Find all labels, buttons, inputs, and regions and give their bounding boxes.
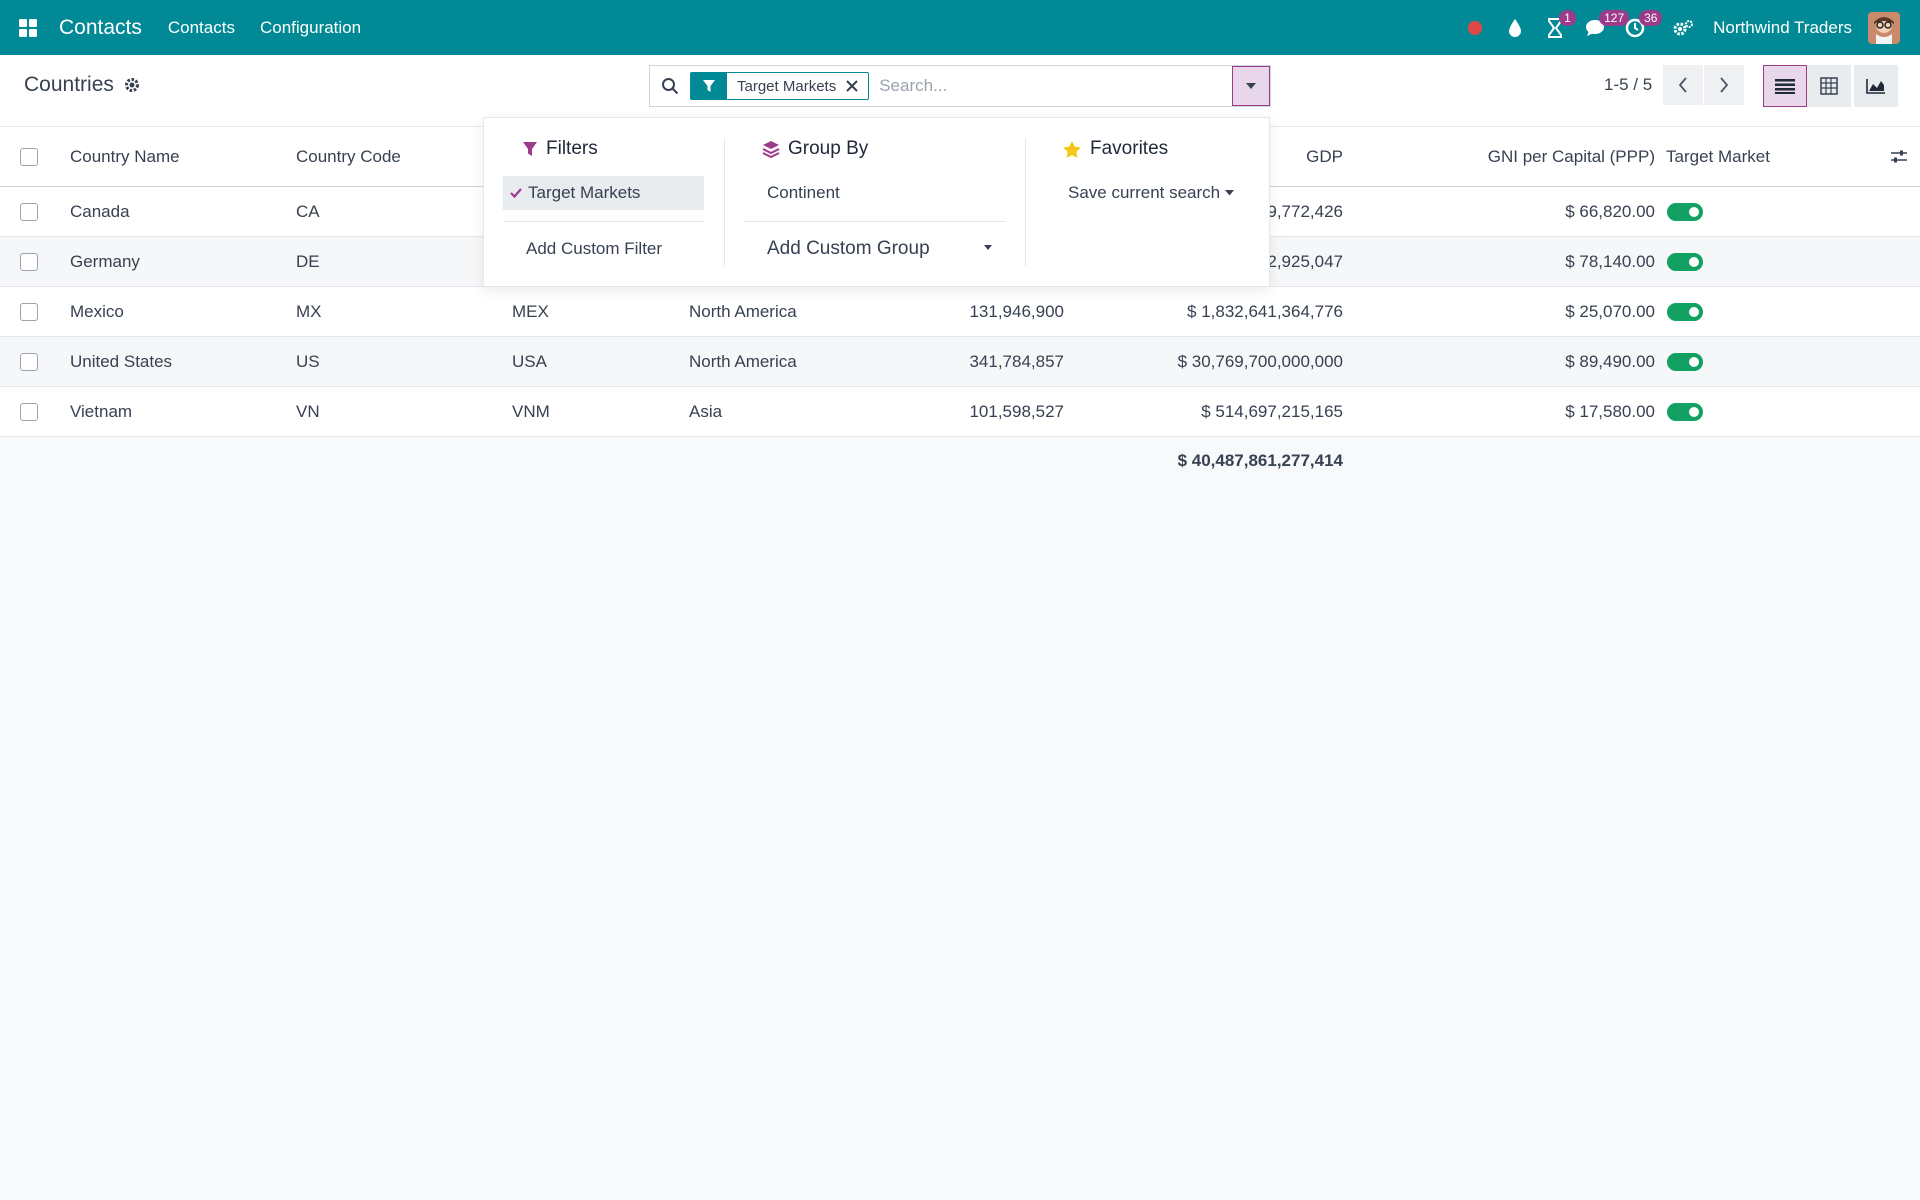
star-icon (1062, 140, 1082, 159)
cell-gni: $ 17,580.00 (1565, 401, 1655, 421)
droplet-icon[interactable] (1497, 0, 1533, 55)
row-checkbox[interactable] (20, 352, 38, 371)
column-header-country-code[interactable]: Country Code (296, 127, 401, 186)
filters-section-title: Filters (522, 138, 598, 160)
divider (1025, 138, 1026, 266)
target-market-toggle[interactable] (1667, 202, 1703, 221)
cell-continent: North America (689, 351, 797, 371)
search-icon[interactable] (650, 77, 690, 95)
cell-country-name: Vietnam (70, 401, 133, 421)
cell-population: 341,784,857 (969, 351, 1064, 371)
optional-columns-icon[interactable] (1890, 127, 1908, 186)
timer-badge: 36 (1639, 10, 1663, 26)
table-row[interactable]: United States US USA North America 341,7… (0, 337, 1920, 387)
add-custom-group-select[interactable]: Add Custom Group (767, 235, 930, 263)
select-all-checkbox[interactable] (20, 147, 38, 166)
pager-next-button[interactable] (1704, 65, 1744, 105)
column-header-target-market[interactable]: Target Market (1666, 127, 1770, 186)
search-input[interactable] (879, 76, 1232, 96)
cell-gdp: $ 514,697,215,165 (1201, 401, 1343, 421)
save-current-search[interactable]: Save current search (1068, 181, 1235, 205)
company-switcher[interactable]: Northwind Traders (1713, 18, 1852, 38)
cell-gni: $ 89,490.00 (1565, 351, 1655, 371)
cell-country-name: United States (70, 351, 173, 371)
cell-country-name: Canada (70, 201, 130, 221)
cell-continent: Asia (689, 401, 723, 421)
cell-gni: $ 66,820.00 (1565, 201, 1655, 221)
cell-country-code: US (296, 351, 320, 371)
graph-view-button[interactable] (1854, 65, 1898, 107)
row-checkbox[interactable] (20, 302, 38, 321)
divider (724, 138, 725, 266)
row-checkbox[interactable] (20, 402, 38, 421)
pager-value[interactable]: 1-5 / 5 (1604, 75, 1652, 95)
total-gdp: $ 40,487,861,277,414 (1177, 451, 1343, 470)
cell-iso3: MEX (512, 301, 549, 321)
cell-country-name: Mexico (70, 301, 124, 321)
breadcrumb: Countries (24, 73, 140, 97)
page-title: Countries (24, 73, 114, 96)
activity-badge: 1 (1559, 10, 1576, 26)
timer-icon[interactable]: 36 (1617, 0, 1663, 55)
cell-population: 131,946,900 (969, 301, 1064, 321)
search-panel-dropdown: Filters Target Markets Add Custom Filter… (483, 117, 1270, 287)
cell-continent: North America (689, 301, 797, 321)
activity-hourglass-icon[interactable]: 1 (1537, 0, 1576, 55)
gear-icon[interactable] (124, 77, 140, 93)
divider (503, 221, 704, 222)
caret-down-icon[interactable] (983, 243, 993, 251)
cell-country-code: DE (296, 251, 320, 271)
close-icon[interactable] (846, 80, 868, 92)
table-total-row: $ 40,487,861,277,414 (0, 437, 1920, 485)
checkmark-icon (510, 188, 522, 198)
cell-country-code: VN (296, 401, 320, 421)
row-checkbox[interactable] (20, 252, 38, 271)
cell-gdp: $ 30,769,700,000,000 (1177, 351, 1343, 371)
pivot-view-button[interactable] (1807, 65, 1851, 107)
groupby-section-title: Group By (762, 138, 868, 160)
cell-country-code: MX (296, 301, 322, 321)
messages-icon[interactable]: 127 (1577, 0, 1630, 55)
divider (744, 221, 1006, 222)
app-title[interactable]: Contacts (59, 16, 142, 40)
cell-gdp: $ 1,832,641,364,776 (1187, 301, 1343, 321)
target-market-toggle[interactable] (1667, 352, 1703, 371)
search-panel-toggle-button[interactable] (1232, 66, 1270, 106)
target-market-toggle[interactable] (1667, 252, 1703, 271)
cell-gni: $ 78,140.00 (1565, 251, 1655, 271)
cell-gni: $ 25,070.00 (1565, 301, 1655, 321)
target-market-toggle[interactable] (1667, 402, 1703, 421)
pager-previous-button[interactable] (1663, 65, 1703, 105)
layers-icon (762, 140, 780, 158)
filter-icon (691, 73, 727, 99)
settings-gears-icon[interactable] (1665, 0, 1701, 55)
favorites-section-title: Favorites (1062, 138, 1168, 160)
column-header-gni[interactable]: GNI per Capital (PPP) (1400, 127, 1655, 186)
cell-population: 101,598,527 (969, 401, 1064, 421)
cell-iso3: VNM (512, 401, 550, 421)
top-navbar: Contacts Contacts Configuration 1 127 36… (0, 0, 1920, 55)
row-checkbox[interactable] (20, 202, 38, 221)
record-indicator-icon[interactable] (1457, 0, 1493, 55)
cell-country-name: Germany (70, 251, 140, 271)
add-custom-filter[interactable]: Add Custom Filter (526, 237, 662, 261)
caret-down-icon (1225, 190, 1235, 196)
search-facet: Target Markets (690, 72, 870, 100)
column-header-country-name[interactable]: Country Name (70, 127, 180, 186)
cell-country-code: CA (296, 201, 320, 221)
search-bar: Target Markets (649, 65, 1271, 107)
table-row[interactable]: Vietnam VN VNM Asia 101,598,527 $ 514,69… (0, 387, 1920, 437)
target-market-toggle[interactable] (1667, 302, 1703, 321)
cell-iso3: USA (512, 351, 547, 371)
user-avatar[interactable] (1868, 11, 1900, 44)
apps-menu-icon[interactable] (0, 0, 55, 55)
filter-icon (522, 141, 538, 157)
filter-option-target-markets[interactable]: Target Markets (503, 176, 704, 210)
groupby-option-continent[interactable]: Continent (767, 181, 840, 205)
menu-contacts[interactable]: Contacts (168, 18, 235, 38)
table-row[interactable]: Mexico MX MEX North America 131,946,900 … (0, 287, 1920, 337)
list-view-button[interactable] (1763, 65, 1807, 107)
menu-configuration[interactable]: Configuration (260, 18, 361, 38)
facet-value: Target Markets (737, 77, 837, 95)
